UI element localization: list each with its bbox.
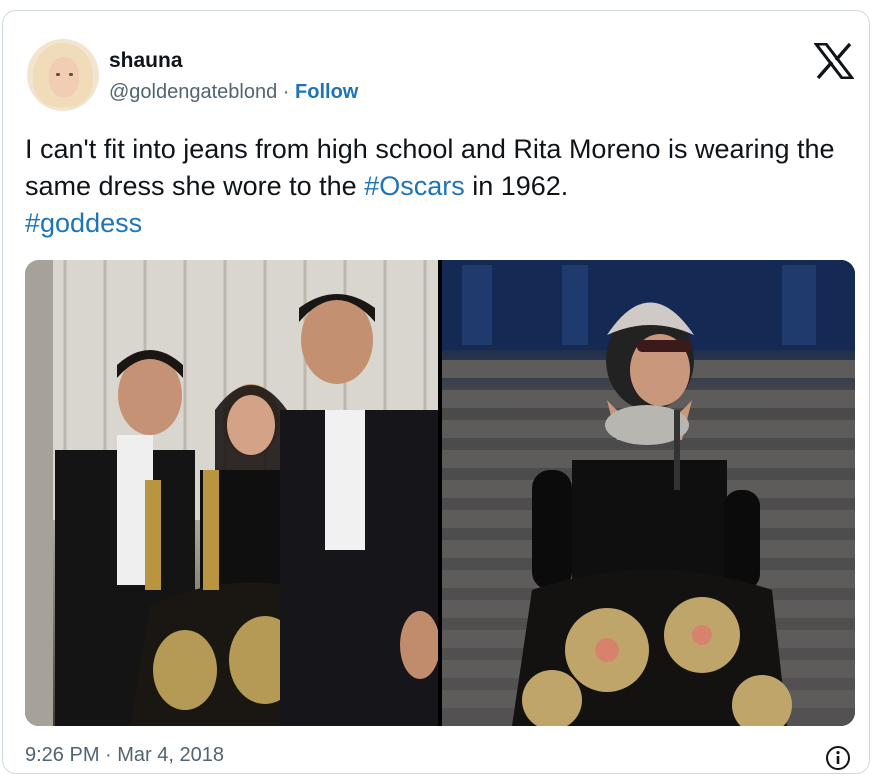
avatar-eye [56,73,60,76]
handle-separator: · [277,81,296,103]
info-icon[interactable] [825,745,851,771]
tweet-text: I can't fit into jeans from high school … [25,131,845,242]
photo-1962-illustration [25,260,438,726]
user-handle[interactable]: @goldengateblond [109,81,277,103]
media-grid[interactable] [25,260,855,726]
photo-2018[interactable] [442,260,855,726]
tweet-timestamp[interactable]: 9:26 PM · Mar 4, 2018 [25,744,224,767]
x-logo-icon[interactable] [814,43,854,79]
hashtag-oscars[interactable]: #Oscars [364,171,465,201]
photo-1962[interactable] [25,260,438,726]
follow-button[interactable]: Follow [295,81,358,103]
avatar[interactable] [27,39,99,111]
tweet-text-part2: in 1962. [464,171,569,201]
hashtag-goddess[interactable]: #goddess [25,208,142,238]
handle-row: @goldengateblond · Follow [109,81,358,104]
display-name[interactable]: shauna [109,49,183,73]
avatar-face [49,57,79,97]
photo-2018-illustration [442,260,855,726]
avatar-eye [69,73,73,76]
tweet-card: shauna @goldengateblond · Follow I can't… [2,10,870,774]
